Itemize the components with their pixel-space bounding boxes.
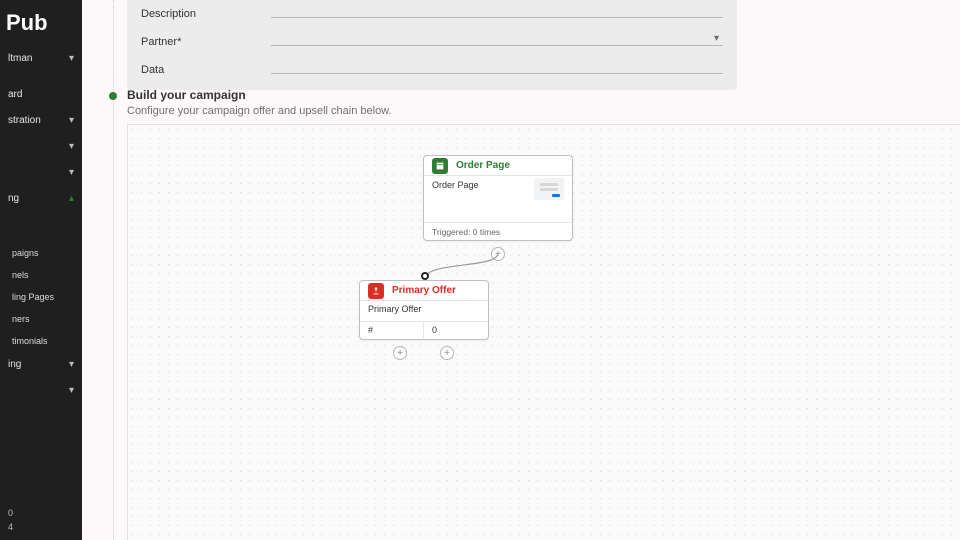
main-content: Description Partner* ▾ Data Build your c… [82,0,960,540]
node-header: Order Page [424,156,572,176]
node-header-label: Order Page [456,160,510,171]
form-row-description: Description [127,0,737,28]
node-footer-label: Triggered: 0 times [432,227,500,237]
sidebar-user[interactable]: ltman ▾ [0,46,82,72]
page-thumbnail-icon [534,178,564,200]
section-header: Build your campaign Configure your campa… [127,88,392,117]
sidebar-sub-testimonials[interactable]: timonials [0,330,82,352]
sidebar-trail-0[interactable]: ing ▾ [0,352,82,378]
sidebar-item-0[interactable]: ard [0,82,82,108]
node-stats-row: # 0 [360,321,488,338]
offer-icon [368,283,384,299]
dropdown-caret-icon: ▾ [714,33,719,44]
form-label: Partner* [141,36,271,48]
sidebar-sub-landing-pages[interactable]: ling Pages [0,286,82,308]
node-body-label: Primary Offer [368,304,421,314]
add-left-branch-button[interactable]: + [393,346,407,360]
node-count-label: 0 [424,322,488,338]
partner-select[interactable]: ▾ [271,45,723,46]
form-row-data: Data [127,56,737,84]
chevron-up-icon: ▴ [69,192,74,206]
chevron-down-icon: ▾ [69,358,74,372]
node-header: Primary Offer [360,281,488,301]
primary-offer-node[interactable]: Primary Offer Primary Offer # 0 [359,280,489,340]
node-body-label: Order Page [432,180,479,190]
chevron-down-icon: ▾ [69,114,74,128]
node-body: Order Page [424,176,572,222]
plus-icon: + [397,348,403,359]
sidebar-item-1[interactable]: stration ▾ [0,108,82,134]
node-footer: Triggered: 0 times [424,222,572,240]
form-panel: Description Partner* ▾ Data [127,0,737,90]
timeline-line [113,0,114,540]
add-node-button[interactable]: + [491,247,505,261]
chevron-down-icon: ▾ [69,140,74,154]
add-right-branch-button[interactable]: + [440,346,454,360]
sidebar: Pub ltman ▾ ard stration ▾ ▾ ▾ ng ▴ paig… [0,0,82,540]
footer-line-0: 0 [8,506,13,520]
plus-icon: + [495,249,501,260]
form-row-partner: Partner* ▾ [127,28,737,56]
plus-icon: + [444,348,450,359]
form-label: Description [141,8,271,20]
chevron-down-icon: ▾ [69,166,74,180]
step-indicator-icon [109,92,117,100]
sidebar-user-label: ltman [8,53,32,64]
sidebar-trail-1[interactable]: ▾ [0,378,82,404]
sidebar-item-label: stration [8,115,41,126]
sidebar-item-label: ng [8,193,19,204]
page-icon [432,158,448,174]
data-input[interactable] [271,73,723,74]
chevron-down-icon: ▾ [69,384,74,398]
app-brand: Pub [0,0,82,46]
flow-canvas[interactable]: Order Page Order Page Triggered: 0 times… [127,124,960,540]
sidebar-sub-funnels[interactable]: nels [0,264,82,286]
order-page-node[interactable]: Order Page Order Page Triggered: 0 times [423,155,573,241]
description-input[interactable] [271,17,723,18]
section-title: Build your campaign [127,88,392,102]
form-label: Data [141,64,271,76]
sidebar-item-2[interactable]: ▾ [0,134,82,160]
sidebar-item-label: ard [8,89,22,100]
sidebar-sub-partners[interactable]: ners [0,308,82,330]
node-body: Primary Offer [360,301,488,321]
sidebar-item-label: ing [8,359,21,370]
section-subtitle: Configure your campaign offer and upsell… [127,105,392,117]
sidebar-item-3[interactable]: ▾ [0,160,82,186]
connector-endpoint-icon[interactable] [421,272,429,280]
node-hash-label: # [360,322,424,338]
sidebar-item-marketing[interactable]: ng ▴ [0,186,82,212]
chevron-down-icon: ▾ [69,52,74,66]
node-header-label: Primary Offer [392,285,456,296]
sidebar-footer: 0 4 [8,506,13,534]
footer-line-1: 4 [8,520,13,534]
sidebar-sub-campaigns[interactable]: paigns [0,242,82,264]
